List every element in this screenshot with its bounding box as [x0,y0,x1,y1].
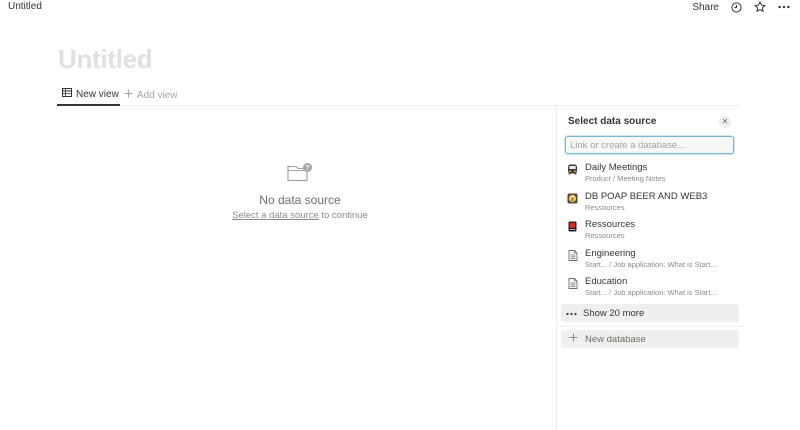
database-list: Daily Meetings Product / Meeting Notes D… [565,162,737,305]
database-item-text: Education Start... / Job application: Wh… [585,276,717,298]
close-panel-button[interactable]: ✕ [719,116,731,128]
database-item-education[interactable]: Education Start... / Job application: Wh… [565,276,737,305]
breadcrumb-page-title[interactable]: Untitled [8,1,42,12]
book-icon [567,221,578,232]
database-path: Start... / Job application: What is Star… [585,288,717,297]
new-database-label: New database [585,333,646,345]
star-icon[interactable] [754,1,766,13]
plus-icon [569,333,578,345]
database-item-engineering[interactable]: Engineering Start... / Job application: … [565,248,737,277]
page-icon [567,278,578,289]
database-item-text: Ressources Ressources [585,219,635,241]
page-title[interactable]: Untitled [58,44,153,75]
select-data-source-panel: Select data source ✕ Daily Meetings Prod… [556,106,743,430]
database-item-ressources[interactable]: Ressources Ressources [565,219,737,248]
database-path: Product / Meeting Notes [585,174,666,183]
panel-divider [557,326,743,327]
new-database-button[interactable]: New database [561,330,739,348]
more-icon[interactable] [778,5,790,9]
database-search-input[interactable] [570,139,729,151]
clock-icon[interactable] [731,1,742,13]
database-name: Ressources [585,219,636,230]
database-item-text: Engineering Start... / Job application: … [585,248,717,270]
database-path: Ressources [585,231,625,240]
show-more-label: Show 20 more [583,307,645,319]
database-item-daily-meetings[interactable]: Daily Meetings Product / Meeting Notes [565,162,737,191]
database-search-field[interactable] [565,136,734,154]
bus-icon [567,164,578,175]
table-icon [62,88,72,100]
database-path: Start... / Job application: What is Star… [585,259,717,269]
top-bar: Untitled Share [0,0,800,14]
empty-state: ? No data source Select a data source to… [200,162,400,221]
database-name: DB POAP BEER AND WEB3 [585,190,708,202]
database-item-text: Daily Meetings Product / Meeting Notes [585,162,665,184]
tab-label: New view [76,88,119,100]
tab-new-view[interactable]: New view [57,84,120,106]
panel-title: Select data source [568,116,657,127]
share-button[interactable]: Share [692,2,719,13]
tab-label: Add view [137,89,178,101]
add-view-button[interactable]: Add view [124,84,178,106]
more-icon [566,308,577,319]
database-path: Ressources [585,202,625,212]
view-tabs: New view Add view [57,84,741,106]
beer-icon [567,193,578,204]
database-name: Engineering [585,247,636,259]
empty-state-headline: No data source [259,193,341,207]
page-icon [567,249,578,261]
close-icon: ✕ [721,117,729,126]
database-item-db-poap-beer[interactable]: DB POAP BEER AND WEB3 Ressources [565,191,737,220]
folder-question-icon: ? [287,162,313,187]
plus-icon [124,89,133,101]
empty-state-message: Select a data source to continue [200,210,400,221]
database-item-text: DB POAP BEER AND WEB3 Ressources [585,191,707,213]
database-name: Education [585,276,628,287]
top-bar-actions: Share [692,0,790,14]
select-data-source-link[interactable]: Select a data source [232,210,319,221]
database-name: Daily Meetings [585,162,648,173]
svg-text:?: ? [305,165,309,172]
empty-state-suffix: to continue [321,210,368,221]
show-more-button[interactable]: Show 20 more [561,304,739,322]
